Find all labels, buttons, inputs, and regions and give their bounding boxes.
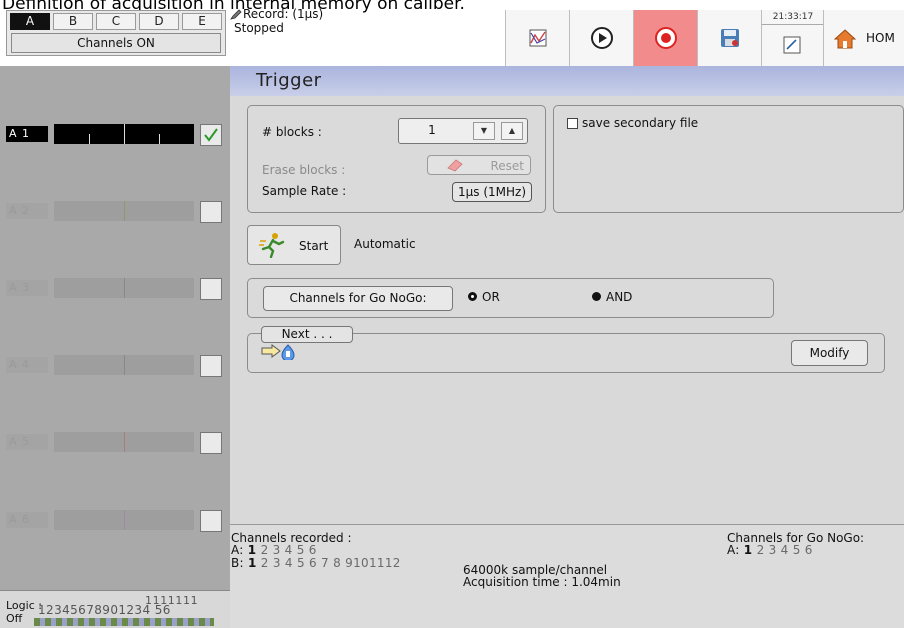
tab-group-b[interactable]: B (53, 13, 93, 30)
channel-label: A 4 (6, 357, 48, 373)
or-radio[interactable] (468, 292, 477, 301)
channel-checkbox[interactable] (200, 278, 222, 300)
channel-label: A 3 (6, 280, 48, 296)
start-button[interactable]: Start (247, 225, 341, 265)
save-secondary-label: save secondary file (582, 116, 699, 130)
channel-checkbox[interactable] (200, 201, 222, 223)
panel-header: Trigger (230, 66, 904, 96)
channel-signal-bar[interactable] (54, 432, 194, 452)
erase-blocks-label: Erase blocks : (262, 163, 346, 177)
play-button[interactable] (569, 10, 633, 66)
channel-group-tabs: A B C D E Channels ON (6, 10, 226, 56)
page-title: Trigger (256, 70, 322, 91)
eraser-icon (447, 159, 463, 172)
runner-icon (259, 233, 285, 258)
edit-icon (783, 36, 801, 54)
tab-group-e[interactable]: E (182, 13, 222, 30)
channel-label: A 6 (6, 512, 48, 528)
logic-label: Logic : (6, 599, 42, 612)
channel-signal-bar[interactable] (54, 124, 194, 144)
tab-group-d[interactable]: D (139, 13, 179, 30)
blocks-increase-button[interactable]: ▲ (501, 122, 523, 140)
play-icon (590, 27, 613, 49)
blocks-decrease-button[interactable]: ▼ (473, 122, 495, 140)
arrow-right-icon (261, 344, 281, 358)
sample-rate-label: Sample Rate : (262, 184, 347, 198)
or-label: OR (482, 290, 500, 304)
channel-checkbox[interactable] (200, 355, 222, 377)
clock-divider (762, 24, 824, 25)
save-secondary-checkbox[interactable] (567, 118, 578, 129)
channel-row-a2[interactable]: A 2 (6, 201, 226, 223)
start-mode-label: Automatic (354, 237, 416, 251)
channel-row-a6[interactable]: A 6 (6, 510, 226, 532)
modify-button[interactable]: Modify (791, 340, 868, 366)
save-button[interactable] (697, 10, 761, 66)
acquisition-time: Acquisition time : 1.04min (463, 575, 621, 589)
blocks-label: # blocks : (262, 125, 322, 139)
record-mode-text: Record: (1µs) (243, 7, 324, 21)
and-label: AND (606, 290, 633, 304)
channel-signal-bar[interactable] (54, 510, 194, 530)
chart-button[interactable] (505, 10, 569, 66)
next-label: Next . . . (261, 326, 353, 343)
tab-group-c[interactable]: C (96, 13, 136, 30)
trigger-panel: Trigger # blocks : 1 ▼ ▲ Erase blocks : … (230, 66, 904, 628)
logic-indicator-strip (34, 618, 214, 626)
blocks-stepper[interactable]: 1 ▼ ▲ (398, 118, 528, 144)
channel-label: A 5 (6, 434, 48, 450)
channel-row-a3[interactable]: A 3 (6, 278, 226, 300)
channel-row-a4[interactable]: A 4 (6, 355, 226, 377)
gonogo-summary-row-a: A: 1 2 3 4 5 6 (727, 543, 813, 557)
channel-signal-bar[interactable] (54, 355, 194, 375)
channel-label: A 2 (6, 203, 48, 219)
gonogo-channels-button[interactable]: Channels for Go NoGo: (263, 286, 453, 311)
record-icon (654, 27, 677, 49)
reset-button[interactable]: Reset (427, 155, 531, 175)
drop-icon (281, 344, 295, 360)
record-state-text: Stopped (234, 21, 284, 35)
chart-icon (529, 29, 546, 47)
checkmark-icon (204, 128, 218, 142)
and-radio[interactable] (592, 292, 601, 301)
logic-unit-digits: 12345678901234 56 (38, 603, 171, 617)
summary-footer: Channels recorded : A: 1 2 3 4 5 6 B: 1 … (230, 524, 904, 628)
home-label: HOM (866, 31, 895, 45)
channel-checkbox[interactable] (200, 510, 222, 532)
channel-list-panel: A 1 A 2 A 3 A 4 A 5 A 6 Logic : Off 1111… (0, 66, 230, 628)
home-icon (834, 29, 856, 49)
start-label: Start (299, 239, 329, 253)
home-button[interactable]: HOM (823, 10, 904, 66)
channel-row-a1[interactable]: A 1 (6, 124, 226, 146)
record-button[interactable] (633, 10, 697, 66)
save-disk-icon (720, 29, 739, 47)
blocks-value: 1 (428, 123, 436, 137)
clock-panel[interactable]: 21:33:17 (761, 10, 824, 66)
logic-channels-box[interactable]: Logic : Off 1111111 12345678901234 56 (0, 590, 230, 628)
record-status: Record: (1µs) Stopped (230, 8, 500, 64)
recorded-row-a: A: 1 2 3 4 5 6 (231, 543, 317, 557)
recorded-row-b: B: 1 2 3 4 5 6 7 8 9101112 (231, 556, 401, 570)
channel-label: A 1 (6, 126, 48, 142)
pencil-icon (230, 9, 242, 20)
sample-rate-field[interactable]: 1µs (1MHz) (452, 182, 532, 202)
channel-checkbox[interactable] (200, 432, 222, 454)
channel-signal-bar[interactable] (54, 201, 194, 221)
clock-time: 21:33:17 (772, 12, 814, 22)
reset-label: Reset (490, 159, 524, 173)
logic-state: Off (6, 612, 23, 625)
channels-on-button[interactable]: Channels ON (11, 33, 221, 53)
channel-checkbox[interactable] (200, 124, 222, 146)
channel-row-a5[interactable]: A 5 (6, 432, 226, 454)
channel-signal-bar[interactable] (54, 278, 194, 298)
tab-group-a[interactable]: A (10, 13, 50, 30)
